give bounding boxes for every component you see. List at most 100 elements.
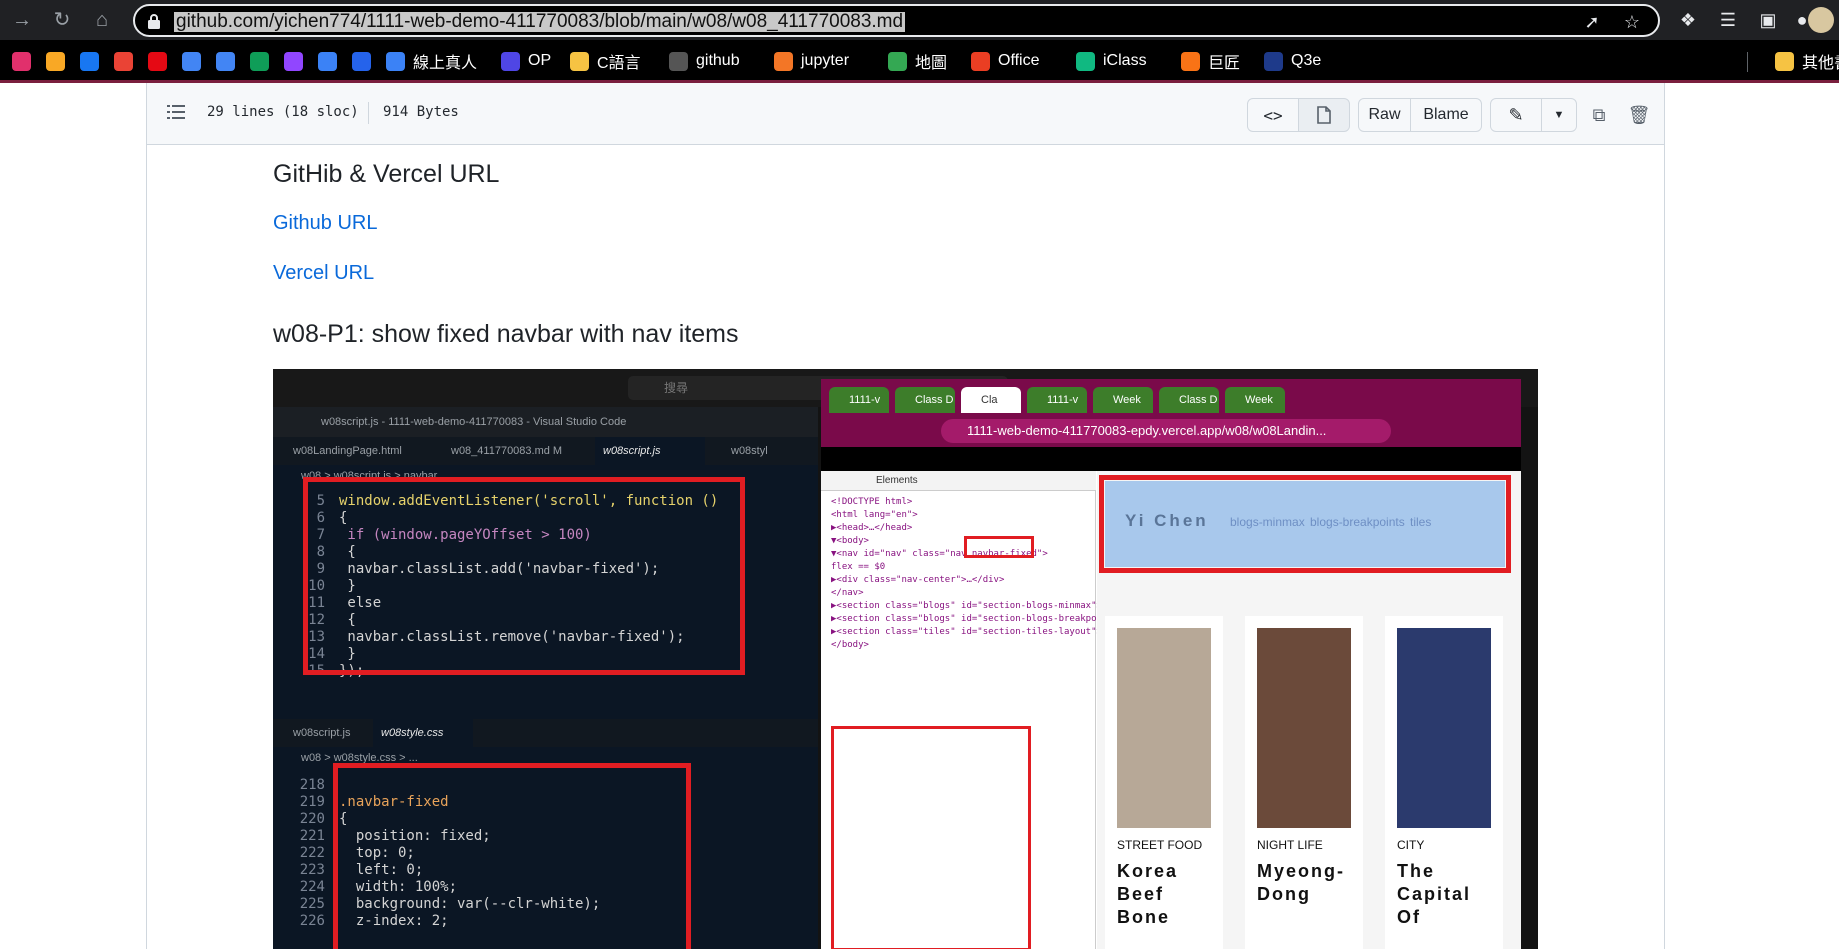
vscode-tab: w08_411770083.md M <box>451 445 563 457</box>
bookmark-item[interactable]: C語言 <box>570 50 641 72</box>
profile-avatar[interactable] <box>1808 7 1834 33</box>
docs-icon <box>182 51 201 71</box>
screenshot-tab: Cla <box>961 387 1021 413</box>
app-icon <box>318 51 337 71</box>
line-number: 223 <box>299 862 325 878</box>
devtools-dom-line: ▼<body> <box>831 536 869 546</box>
code-icon: <> <box>1263 105 1283 125</box>
card-category: STREET FOOD <box>1117 838 1203 852</box>
highlight-box <box>1099 475 1511 573</box>
bookmark-item[interactable]: OP <box>501 50 551 72</box>
bookmark-label: OP <box>528 52 552 69</box>
screenshot-tab: Class D <box>1159 387 1219 413</box>
devtools-dom-line: <html lang="en"> <box>831 510 918 520</box>
star-icon[interactable]: ☆ <box>1621 11 1643 33</box>
vercel-url-link[interactable]: Vercel URL <box>273 262 374 285</box>
bookmark-label: 線上真人 <box>413 55 478 72</box>
bookmark-item[interactable]: jupyter <box>774 50 849 72</box>
demo-card: CITY The Capital Of <box>1385 616 1503 949</box>
bookmark-item[interactable] <box>80 50 99 72</box>
devtools-dom-line: </body> <box>831 640 869 650</box>
bookmark-label: C語言 <box>597 55 641 72</box>
screenshot-bookmarks <box>821 447 1521 471</box>
bookmark-item[interactable]: 線上真人 <box>386 50 477 72</box>
bookmark-item[interactable]: iClass <box>1076 50 1147 72</box>
raw-button[interactable]: Raw <box>1358 98 1411 132</box>
iclass-icon <box>1076 51 1095 71</box>
bookmark-item[interactable]: Office <box>971 50 1040 72</box>
media-control-icon[interactable]: ☰ <box>1716 8 1740 32</box>
screenshot-tab: Week <box>1093 387 1153 413</box>
bookmark-item[interactable] <box>12 50 31 72</box>
bookmark-item[interactable]: Q3e <box>1264 50 1321 72</box>
bookmarks-bar: 其他書 線上真人 OP C語言 github jupyter 地圖 Office iClass… <box>0 40 1839 80</box>
github-icon <box>669 51 688 71</box>
home-icon[interactable]: ⌂ <box>90 8 114 32</box>
card-title: Myeong- Dong <box>1257 861 1345 904</box>
bookmark-label: iClass <box>1103 52 1147 69</box>
line-number: 225 <box>299 896 325 912</box>
vscode-tab-active: w08script.js <box>595 437 705 465</box>
blame-button[interactable]: Blame <box>1410 98 1482 132</box>
drive-icon <box>250 51 269 71</box>
bookmark-item[interactable]: 地圖 <box>888 50 947 72</box>
bookmark-item[interactable] <box>352 50 371 72</box>
bookmark-item[interactable]: 巨匠 <box>1181 50 1240 72</box>
share-icon[interactable]: ➚ <box>1581 11 1603 33</box>
bookmark-item[interactable] <box>216 50 235 72</box>
bookmark-item[interactable] <box>250 50 269 72</box>
vscode-tab: w08LandingPage.html <box>293 445 402 457</box>
vscode-window: w08script.js - 1111-web-demo-411770083 -… <box>273 407 818 949</box>
bookmark-item[interactable] <box>114 50 133 72</box>
heading-urls: GitHib & Vercel URL <box>273 160 500 188</box>
card-image <box>1257 628 1351 828</box>
line-number: 224 <box>299 879 325 895</box>
folder-icon <box>570 51 589 71</box>
copy-icon[interactable]: ⧉ <box>1585 101 1613 129</box>
vscode-tab: w08script.js <box>293 727 351 739</box>
cloud-icon <box>386 51 405 71</box>
devtools-dom-line: ▶<head>…</head> <box>831 523 913 533</box>
file-size: 914 Bytes <box>383 104 459 120</box>
github-url-link[interactable]: Github URL <box>273 212 378 235</box>
preview-button[interactable] <box>1298 98 1350 132</box>
devtools-panel: Elements <!DOCTYPE html> <html lang="en">… <box>821 471 1189 949</box>
screenshot-browser: 1111-v Class D Cla 1111-v Week Class D Week 11… <box>821 379 1521 949</box>
embedded-screenshot: 搜尋 w08script.js - 1111-web-demo-41177008… <box>273 369 1538 949</box>
screenshot-browser-toolbar: 1111-web-demo-411770083-epdy.vercel.app/… <box>821 415 1521 447</box>
trash-icon[interactable]: 🗑 <box>1625 101 1653 129</box>
list-icon[interactable] <box>167 103 185 121</box>
bookmark-item[interactable]: github <box>669 50 740 72</box>
pencil-icon: ✎ <box>1508 104 1524 125</box>
vscode-tab-active: w08style.css <box>373 719 473 747</box>
bookmark-label: Q3e <box>1291 52 1322 69</box>
reading-list-icon[interactable]: ▣ <box>1756 8 1780 32</box>
extensions-icon[interactable]: ❖ <box>1676 8 1700 32</box>
edit-dropdown-button[interactable]: ▼ <box>1541 98 1577 132</box>
translate-icon <box>216 51 235 71</box>
bookmark-label: jupyter <box>801 52 850 69</box>
jupyter-icon <box>774 51 793 71</box>
address-bar[interactable]: github.com/yichen774/1111-web-demo-41177… <box>133 4 1660 37</box>
bookmark-item[interactable] <box>284 50 303 72</box>
reload-icon[interactable]: ↻ <box>50 8 74 32</box>
highlight-box <box>333 763 691 949</box>
bookmark-item[interactable] <box>46 50 65 72</box>
line-number: 220 <box>299 811 325 827</box>
bookmark-item[interactable] <box>318 50 337 72</box>
devtools-dom-line: </nav> <box>831 588 864 598</box>
instagram-icon <box>12 51 31 71</box>
bookmark-item[interactable] <box>182 50 201 72</box>
other-bookmarks[interactable]: 其他書 <box>1775 50 1839 72</box>
line-count: 29 lines (18 sloc) <box>207 104 359 120</box>
back-arrow-icon[interactable]: → <box>10 8 34 32</box>
browser-toolbar: → ↻ ⌂ github.com/yichen774/1111-web-demo… <box>0 0 1839 40</box>
file-header: 29 lines (18 sloc) 914 Bytes <> Raw Blam… <box>147 83 1664 145</box>
screenshot-tab: 1111-v <box>1027 387 1087 413</box>
edit-button[interactable]: ✎ <box>1490 98 1542 132</box>
netflix-icon <box>148 51 167 71</box>
code-view-button[interactable]: <> <box>1247 98 1299 132</box>
address-url[interactable]: github.com/yichen774/1111-web-demo-41177… <box>174 12 906 32</box>
bookmark-item[interactable] <box>148 50 167 72</box>
file-icon <box>1317 106 1331 124</box>
